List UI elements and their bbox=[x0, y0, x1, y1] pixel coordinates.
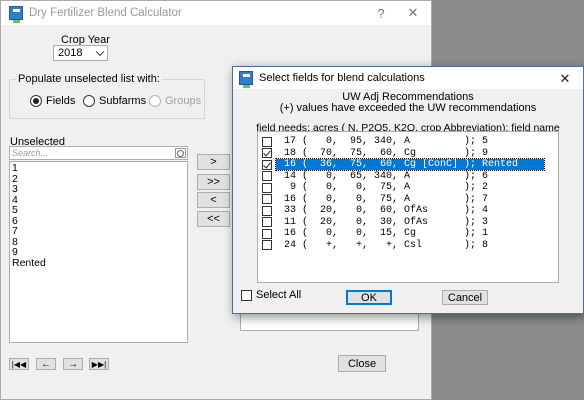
field-row[interactable]: 24 ( +, +, +, Csl ); 8 bbox=[258, 240, 558, 251]
list-item[interactable]: 8 bbox=[10, 236, 187, 248]
radio-subfarms-label: Subfarms bbox=[99, 95, 147, 107]
field-checkbox[interactable] bbox=[262, 136, 272, 147]
list-item[interactable]: 6 bbox=[10, 215, 187, 227]
main-close-icon[interactable]: ✕ bbox=[399, 1, 427, 25]
field-row[interactable]: 16 ( 36, 75, 60, Cg [ConC] ); Rented bbox=[258, 158, 558, 171]
arrow-right-icon: → bbox=[68, 358, 78, 370]
move-one-right-button[interactable]: > bbox=[197, 154, 230, 170]
first-record-icon: |◀◀ bbox=[11, 359, 27, 369]
nav-next-button[interactable]: → bbox=[63, 358, 83, 370]
field-checkbox[interactable] bbox=[262, 182, 272, 193]
field-checkbox[interactable] bbox=[262, 217, 272, 227]
list-item[interactable]: 4 bbox=[10, 194, 187, 206]
field-checkbox[interactable] bbox=[262, 205, 272, 216]
dialog-titlebar: Select fields for blend calculations ✕ bbox=[233, 67, 583, 89]
list-item[interactable]: 5 bbox=[10, 205, 187, 216]
help-button[interactable]: ? bbox=[367, 1, 395, 25]
radio-subfarms[interactable]: Subfarms bbox=[83, 95, 146, 107]
ok-button[interactable]: OK bbox=[346, 290, 392, 305]
populate-groupbox: Populate unselected list with: Fields Su… bbox=[9, 73, 205, 119]
field-row-text: 16 ( 36, 75, 60, Cg [ConC] ); Rented bbox=[275, 158, 545, 171]
list-item[interactable]: 2 bbox=[10, 173, 187, 185]
move-all-right-button[interactable]: >> bbox=[197, 174, 230, 190]
checkbox-icon bbox=[241, 289, 252, 301]
crop-year-value: 2018 bbox=[58, 47, 83, 59]
field-row[interactable]: 17 ( 0, 95, 340, A ); 5 bbox=[258, 136, 558, 147]
move-one-left-button[interactable]: < bbox=[197, 192, 230, 208]
list-item[interactable]: 9 bbox=[10, 247, 187, 258]
radio-indicator-icon bbox=[30, 95, 42, 107]
field-row-text: 9 ( 0, 0, 75, A ); 2 bbox=[278, 182, 489, 193]
last-record-icon: ▶▶| bbox=[91, 359, 107, 369]
field-checkbox[interactable] bbox=[262, 240, 272, 250]
radio-fields-label: Fields bbox=[46, 95, 76, 107]
search-placeholder: Search... bbox=[12, 148, 49, 158]
recommendations-note: (+) values have exceeded the UW recommen… bbox=[279, 102, 537, 114]
chevron-down-icon bbox=[95, 47, 105, 57]
field-checkbox[interactable] bbox=[262, 148, 272, 158]
move-all-left-button[interactable]: << bbox=[197, 211, 230, 227]
field-checklist[interactable]: 17 ( 0, 95, 340, A ); 5 18 ( 70, 75, 60,… bbox=[257, 131, 559, 283]
populate-label: Populate unselected list with: bbox=[16, 73, 162, 85]
field-row[interactable]: 11 ( 20, 0, 30, OfAs ); 3 bbox=[258, 217, 558, 228]
nav-prev-button[interactable]: ← bbox=[36, 358, 56, 370]
field-row[interactable]: 16 ( 0, 0, 15, Cg ); 1 bbox=[258, 228, 558, 239]
dialog-close-icon[interactable]: ✕ bbox=[551, 67, 579, 91]
select-all-checkbox[interactable]: Select All bbox=[241, 289, 301, 301]
nav-last-button[interactable]: ▶▶| bbox=[89, 358, 109, 370]
crop-year-select[interactable]: 2018 bbox=[53, 45, 108, 61]
close-button[interactable]: Close bbox=[338, 355, 386, 372]
list-item[interactable]: 3 bbox=[10, 184, 187, 195]
main-titlebar: Dry Fertilizer Blend Calculator ? ✕ bbox=[1, 1, 431, 25]
dialog-title: Select fields for blend calculations bbox=[259, 72, 425, 84]
nav-first-button[interactable]: |◀◀ bbox=[9, 358, 29, 370]
field-row-text: 16 ( 0, 0, 15, Cg ); 1 bbox=[278, 228, 489, 239]
radio-indicator-icon bbox=[149, 95, 161, 107]
field-row-text: 17 ( 0, 95, 340, A ); 5 bbox=[278, 136, 489, 147]
field-row-text: 16 ( 0, 0, 75, A ); 7 bbox=[278, 193, 489, 205]
radio-groups-label: Groups bbox=[165, 95, 202, 107]
radio-groups: Groups bbox=[149, 95, 201, 107]
field-row-text: 18 ( 70, 75, 60, Cg ); 9 bbox=[278, 147, 489, 159]
field-row-text: 14 ( 0, 65, 340, A ); 6 bbox=[278, 170, 489, 182]
field-row-text: 33 ( 20, 0, 60, OfAs ); 4 bbox=[278, 205, 489, 216]
list-item[interactable]: Rented bbox=[10, 257, 187, 269]
select-all-label: Select All bbox=[256, 289, 302, 301]
unselected-list[interactable]: 1 2 3 4 5 6 7 8 9 Rented bbox=[9, 161, 188, 343]
arrow-left-icon: ← bbox=[41, 358, 51, 370]
app-logo-icon bbox=[239, 71, 253, 88]
field-checkbox[interactable] bbox=[262, 228, 272, 239]
field-checkbox[interactable] bbox=[262, 171, 272, 181]
app-logo-icon bbox=[9, 6, 23, 23]
select-fields-dialog: Select fields for blend calculations ✕ U… bbox=[232, 66, 584, 314]
field-row[interactable]: 18 ( 70, 75, 60, Cg ); 9 bbox=[258, 148, 558, 159]
field-row[interactable]: 9 ( 0, 0, 75, A ); 2 bbox=[258, 182, 558, 193]
search-input[interactable]: Search... bbox=[9, 146, 188, 160]
field-row-text: 11 ( 20, 0, 30, OfAs ); 3 bbox=[278, 216, 489, 228]
field-row[interactable]: 14 ( 0, 65, 340, A ); 6 bbox=[258, 171, 558, 182]
radio-indicator-icon bbox=[83, 95, 95, 107]
field-row[interactable]: 33 ( 20, 0, 60, OfAs ); 4 bbox=[258, 205, 558, 216]
field-row[interactable]: 16 ( 0, 0, 75, A ); 7 bbox=[258, 194, 558, 205]
main-window-title: Dry Fertilizer Blend Calculator bbox=[29, 7, 182, 19]
field-checkbox[interactable] bbox=[262, 159, 272, 170]
cancel-button[interactable]: Cancel bbox=[442, 290, 488, 305]
radio-fields[interactable]: Fields bbox=[30, 95, 75, 107]
field-checkbox[interactable] bbox=[262, 194, 272, 204]
search-icon[interactable] bbox=[175, 148, 186, 158]
list-item[interactable]: 1 bbox=[10, 163, 187, 174]
field-row-text: 24 ( +, +, +, Csl ); 8 bbox=[278, 239, 489, 251]
list-item[interactable]: 7 bbox=[10, 226, 187, 237]
